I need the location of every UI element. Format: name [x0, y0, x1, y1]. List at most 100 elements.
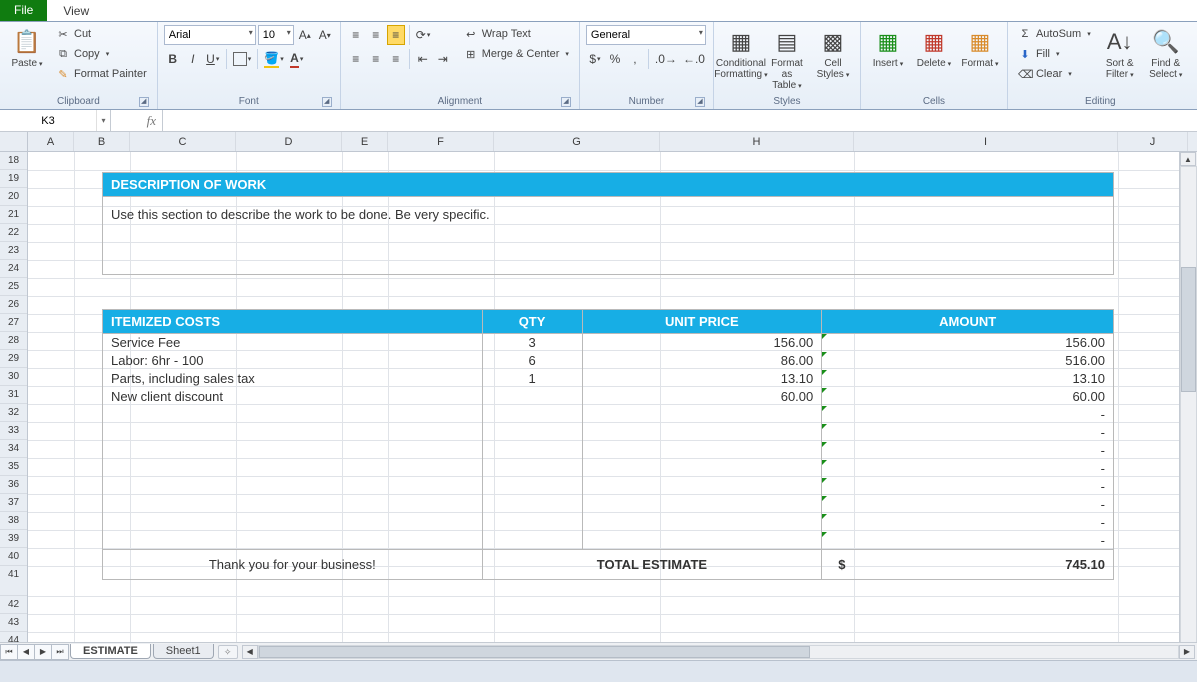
h-scroll-thumb[interactable] — [259, 646, 811, 658]
row-header-37[interactable]: 37 — [0, 494, 27, 512]
alignment-launcher[interactable]: ◢ — [561, 97, 571, 107]
fill-button[interactable]: ⬇Fill▾ — [1014, 44, 1095, 64]
number-format-combo[interactable] — [586, 25, 706, 45]
row-header-25[interactable]: 25 — [0, 278, 27, 296]
conditional-formatting-button[interactable]: ▦Conditional Formatting — [720, 24, 762, 83]
tab-nav-last-icon[interactable]: ⏭ — [51, 644, 69, 660]
row-header-29[interactable]: 29 — [0, 350, 27, 368]
new-sheet-button[interactable]: ✧ — [218, 645, 238, 659]
col-header-G[interactable]: G — [494, 132, 660, 151]
inc-indent-button[interactable]: ⇥ — [434, 49, 452, 69]
table-row[interactable]: Labor: 6hr - 100686.00516.00 — [103, 352, 1114, 370]
font-name-combo[interactable] — [164, 25, 256, 45]
table-row[interactable]: New client discount60.0060.00 — [103, 388, 1114, 406]
format-cells-button[interactable]: ▦Format — [959, 24, 1001, 72]
cut-button[interactable]: ✂Cut — [52, 24, 151, 44]
tab-nav-next-icon[interactable]: ▶ — [34, 644, 52, 660]
inc-decimal-button[interactable]: .0→ — [653, 49, 679, 69]
table-row[interactable]: - — [103, 406, 1114, 424]
scroll-right-icon[interactable]: ▶ — [1179, 645, 1195, 659]
col-header-I[interactable]: I — [854, 132, 1118, 151]
shrink-font-button[interactable]: A▾ — [316, 25, 334, 45]
wrap-text-button[interactable]: ↩Wrap Text — [460, 24, 573, 44]
autosum-button[interactable]: ΣAutoSum▾ — [1014, 24, 1095, 44]
horizontal-scrollbar[interactable]: ◀ ▶ — [258, 645, 1179, 659]
underline-button[interactable]: U — [204, 49, 222, 69]
table-row[interactable]: - — [103, 514, 1114, 532]
row-header-35[interactable]: 35 — [0, 458, 27, 476]
row-header-33[interactable]: 33 — [0, 422, 27, 440]
name-box[interactable] — [0, 111, 96, 131]
italic-button[interactable]: I — [184, 49, 202, 69]
number-launcher[interactable]: ◢ — [695, 97, 705, 107]
dec-decimal-button[interactable]: ←.0 — [681, 49, 707, 69]
col-header-F[interactable]: F — [388, 132, 494, 151]
table-row[interactable]: Service Fee3156.00156.00 — [103, 334, 1114, 352]
font-size-combo[interactable] — [258, 25, 294, 45]
vertical-scrollbar[interactable]: ▲ ▼ — [1179, 152, 1197, 682]
row-header-30[interactable]: 30 — [0, 368, 27, 386]
formula-bar[interactable] — [163, 110, 1197, 131]
table-row[interactable]: - — [103, 478, 1114, 496]
row-header-22[interactable]: 22 — [0, 224, 27, 242]
insert-cells-button[interactable]: ▦Insert — [867, 24, 909, 72]
row-header-21[interactable]: 21 — [0, 206, 27, 224]
row-header-19[interactable]: 19 — [0, 170, 27, 188]
paste-button[interactable]: 📋 Paste — [6, 24, 48, 72]
table-row[interactable]: Parts, including sales tax113.1013.10 — [103, 370, 1114, 388]
col-header-H[interactable]: H — [660, 132, 854, 151]
table-row[interactable]: - — [103, 442, 1114, 460]
format-painter-button[interactable]: ✎Format Painter — [52, 64, 151, 84]
bold-button[interactable]: B — [164, 49, 182, 69]
scroll-up-icon[interactable]: ▲ — [1180, 152, 1196, 166]
clear-button[interactable]: ⌫Clear▾ — [1014, 64, 1095, 84]
row-header-43[interactable]: 43 — [0, 614, 27, 632]
tab-nav-first-icon[interactable]: ⏮ — [0, 644, 18, 660]
description-body[interactable]: Use this section to describe the work to… — [102, 197, 1114, 275]
cell-styles-button[interactable]: ▩Cell Styles — [812, 24, 854, 83]
row-header-38[interactable]: 38 — [0, 512, 27, 530]
align-center-button[interactable]: ≡ — [367, 49, 385, 69]
delete-cells-button[interactable]: ▦Delete — [913, 24, 955, 72]
accounting-format-button[interactable]: $ — [586, 49, 604, 69]
align-right-button[interactable]: ≡ — [387, 49, 405, 69]
find-select-button[interactable]: 🔍Find & Select — [1145, 24, 1187, 83]
format-as-table-button[interactable]: ▤Format as Table — [766, 24, 808, 94]
font-launcher[interactable]: ◢ — [322, 97, 332, 107]
clipboard-launcher[interactable]: ◢ — [139, 97, 149, 107]
col-header-A[interactable]: A — [28, 132, 74, 151]
name-box-dropdown-icon[interactable]: ▾ — [96, 110, 110, 131]
v-scroll-thumb[interactable] — [1181, 267, 1196, 392]
row-header-18[interactable]: 18 — [0, 152, 27, 170]
sheet-tab-sheet1[interactable]: Sheet1 — [153, 644, 214, 659]
percent-format-button[interactable]: % — [606, 49, 624, 69]
col-header-J[interactable]: J — [1118, 132, 1188, 151]
col-header-C[interactable]: C — [130, 132, 236, 151]
row-header-39[interactable]: 39 — [0, 530, 27, 548]
align-bottom-button[interactable]: ≡ — [387, 25, 405, 45]
row-header-28[interactable]: 28 — [0, 332, 27, 350]
col-header-B[interactable]: B — [74, 132, 130, 151]
sheet-tab-estimate[interactable]: ESTIMATE — [70, 644, 151, 659]
comma-format-button[interactable]: , — [626, 49, 644, 69]
dec-indent-button[interactable]: ⇤ — [414, 49, 432, 69]
worksheet[interactable]: 1819202122232425262728293031323334353637… — [0, 152, 1197, 682]
row-header-36[interactable]: 36 — [0, 476, 27, 494]
row-header-40[interactable]: 40 — [0, 548, 27, 566]
orientation-button[interactable]: ⟳ — [414, 25, 433, 45]
row-header-24[interactable]: 24 — [0, 260, 27, 278]
align-middle-button[interactable]: ≡ — [367, 25, 385, 45]
borders-button[interactable] — [231, 49, 254, 69]
row-header-31[interactable]: 31 — [0, 386, 27, 404]
row-header-23[interactable]: 23 — [0, 242, 27, 260]
row-header-32[interactable]: 32 — [0, 404, 27, 422]
col-header-D[interactable]: D — [236, 132, 342, 151]
scroll-left-icon[interactable]: ◀ — [242, 645, 258, 659]
col-header-E[interactable]: E — [342, 132, 388, 151]
font-color-button[interactable]: A — [288, 49, 306, 69]
copy-button[interactable]: ⧉Copy▾ — [52, 44, 151, 64]
fill-color-button[interactable]: 🪣 — [262, 49, 285, 69]
row-header-34[interactable]: 34 — [0, 440, 27, 458]
tab-nav-prev-icon[interactable]: ◀ — [17, 644, 35, 660]
sort-filter-button[interactable]: A↓Sort & Filter — [1099, 24, 1141, 83]
